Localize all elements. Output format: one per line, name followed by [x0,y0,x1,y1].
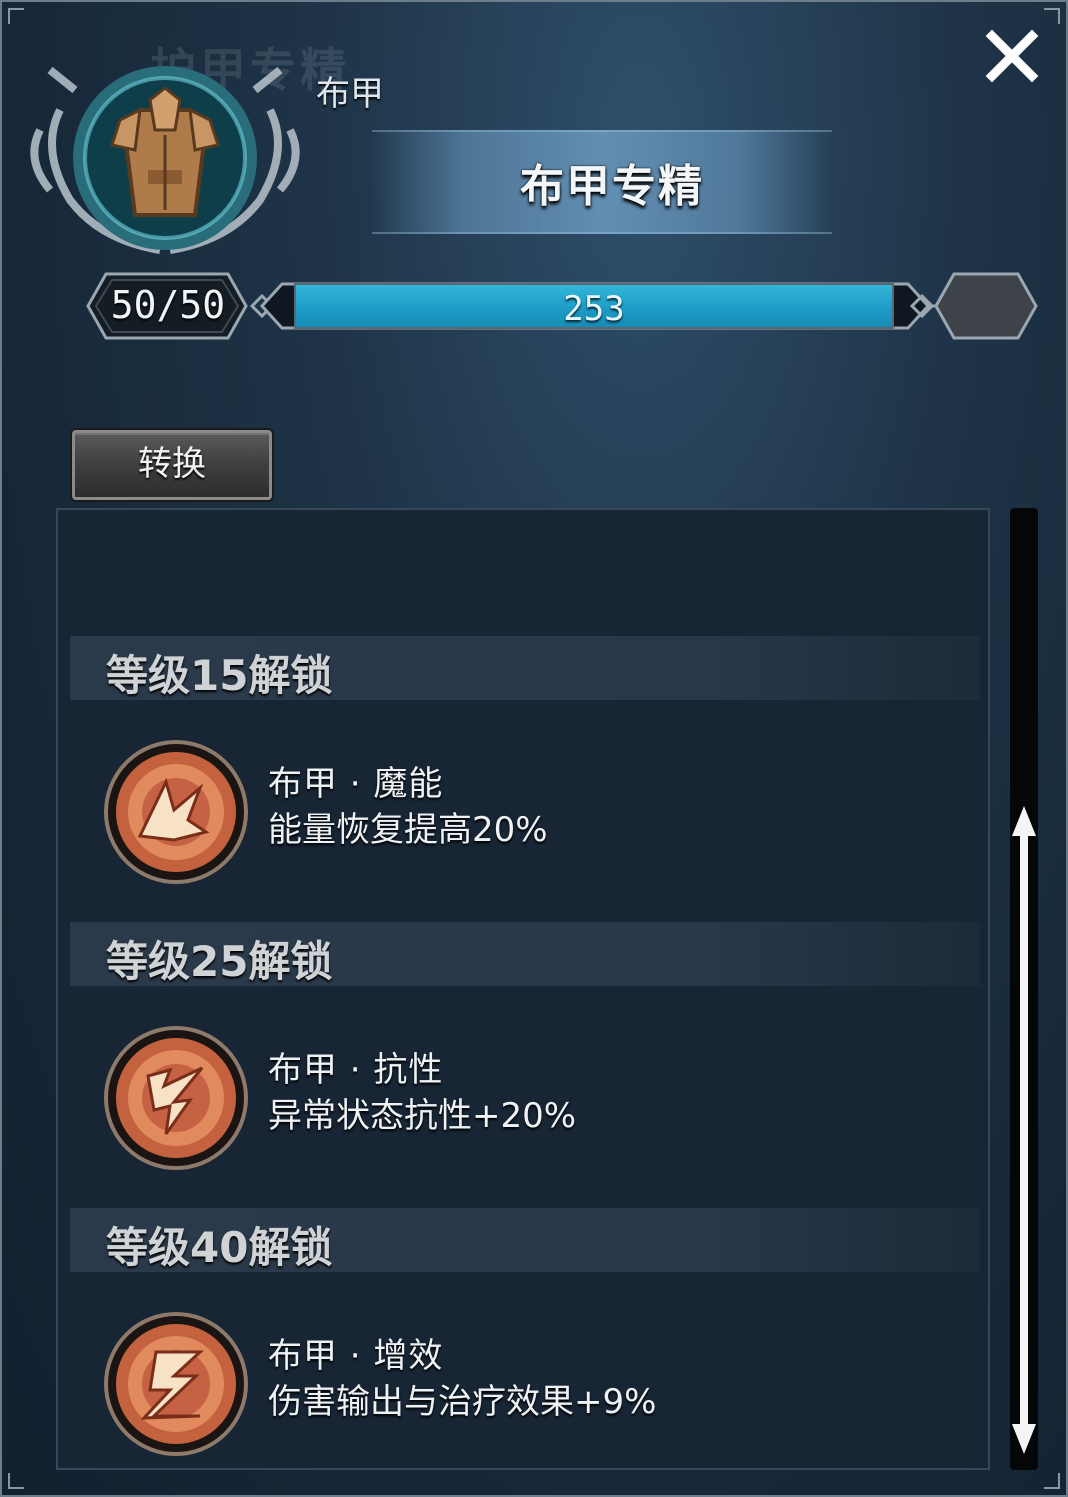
armor-type-label: 布甲 [316,74,384,114]
perk-name: 布甲 · 魔能 [268,764,444,804]
corner-ornament-tr [1044,8,1060,24]
next-level-badge [910,272,1038,340]
xp-value: 253 [563,289,625,329]
corner-ornament-tl [8,8,24,24]
perk-name: 布甲 · 抗性 [268,1050,444,1090]
perk-description: 异常状态抗性+20% [268,1096,577,1136]
convert-button[interactable]: 转换 [72,430,272,500]
perk-description: 伤害输出与治疗效果+9% [268,1382,657,1422]
unlock-header: 等级25解锁 [70,922,980,986]
unlock-list: 等级15解锁 布甲 · 魔能 能量恢复提高20% 等级25解锁 布甲 · 抗性 … [56,508,990,1470]
page-title: 布甲专精 [520,161,704,212]
boost-rune-icon[interactable] [104,1312,248,1456]
level-text: 50/50 [110,283,226,327]
perk-name: 布甲 · 增效 [268,1336,444,1376]
unlock-header-text: 等级15解锁 [106,651,333,700]
corner-ornament-bl [8,1473,24,1489]
unlock-header: 等级15解锁 [70,636,980,700]
unlock-header: 等级40解锁 [70,1208,980,1272]
magic-energy-rune-icon[interactable] [104,740,248,884]
scroll-arrow-icon[interactable] [1004,800,1044,1460]
unlock-header-text: 等级40解锁 [106,1223,333,1272]
unlock-header-text: 等级25解锁 [106,937,333,986]
perk-description: 能量恢复提高20% [268,810,548,850]
cloth-armor-icon [30,66,300,254]
close-icon[interactable] [982,26,1042,86]
corner-ornament-br [1044,1473,1060,1489]
xp-bar: 253 [294,283,894,329]
resistance-rune-icon[interactable] [104,1026,248,1170]
